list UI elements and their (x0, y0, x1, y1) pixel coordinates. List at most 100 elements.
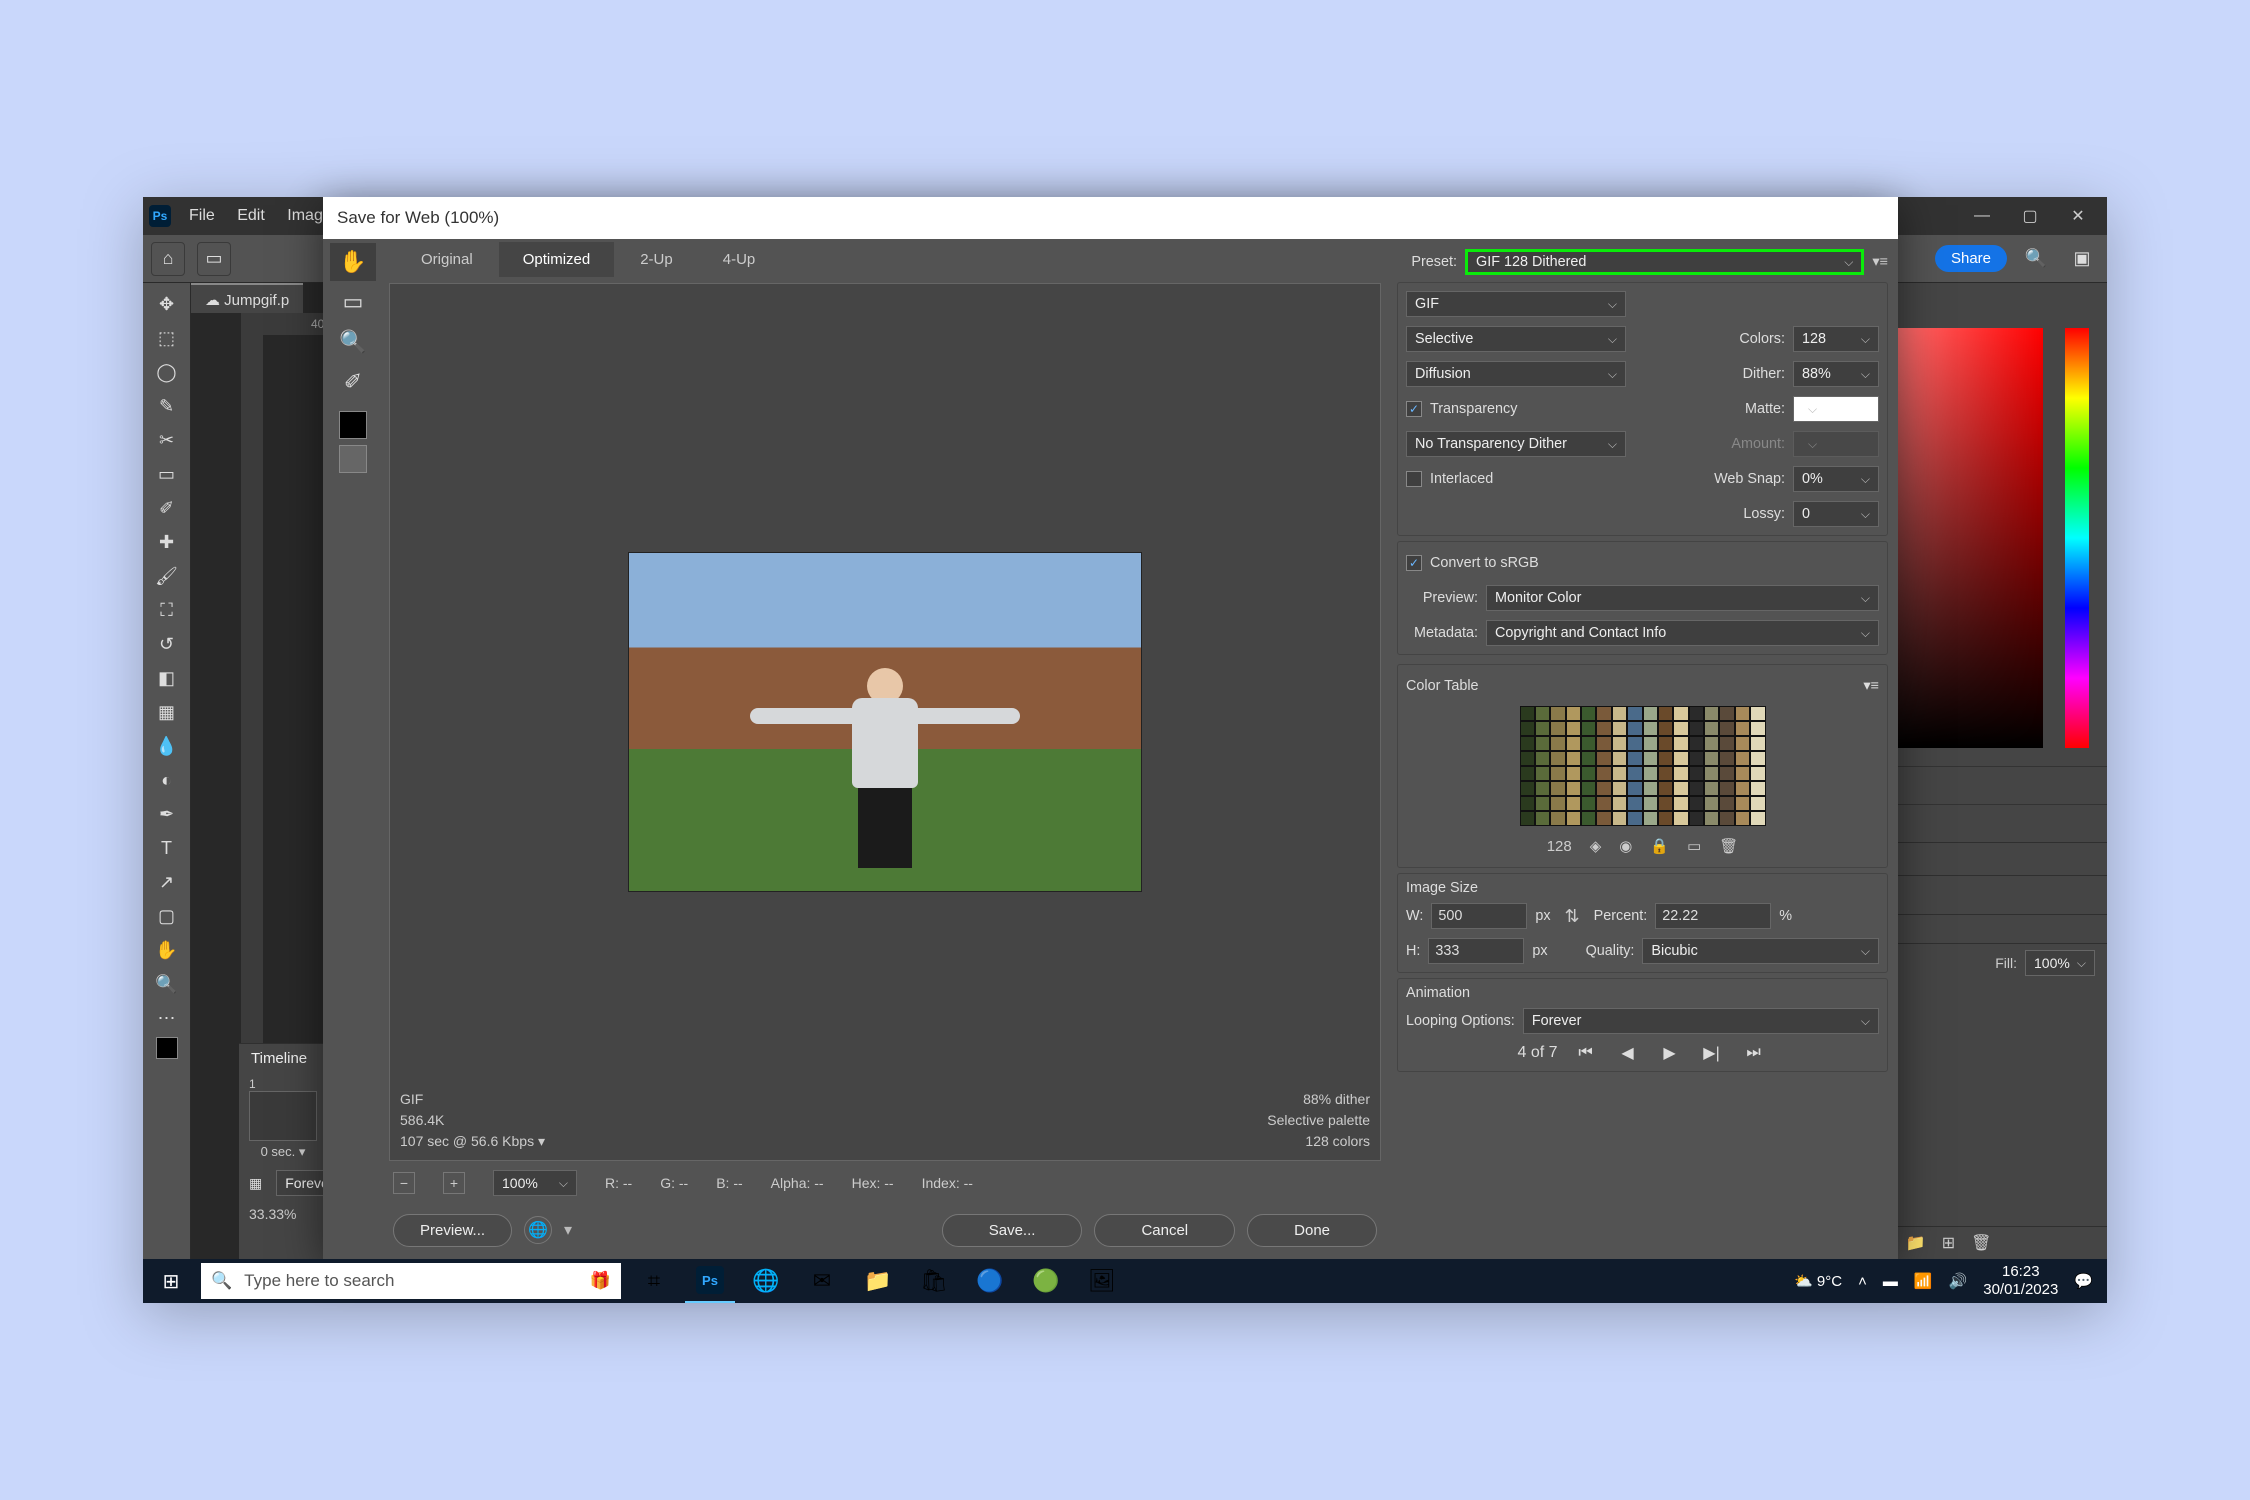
fg-color-swatch[interactable] (156, 1037, 178, 1059)
height-input[interactable]: 333 (1428, 938, 1524, 964)
trash-icon[interactable]: 🗑 (1971, 1233, 1991, 1253)
hand-tool-icon[interactable]: ✋ (149, 935, 185, 965)
ct-new-icon[interactable]: ▭ (1687, 837, 1701, 855)
gradient-tool-icon[interactable]: ▦ (149, 697, 185, 727)
tray-battery-icon[interactable]: ▬ (1883, 1273, 1898, 1290)
format-select[interactable]: GIF (1406, 291, 1626, 317)
menu-image[interactable]: Imag (287, 207, 323, 224)
menu-file[interactable]: File (189, 207, 215, 224)
image-preview[interactable]: GIF586.4K107 sec @ 56.6 Kbps ▾ 88% dithe… (389, 283, 1381, 1161)
color-table-grid[interactable] (1520, 706, 1766, 826)
new-layer-icon[interactable]: ⊞ (1942, 1233, 1955, 1253)
taskbar-edge-icon[interactable]: 🌐 (741, 1259, 791, 1303)
move-tool-icon[interactable]: ✥ (149, 289, 185, 319)
history-brush-icon[interactable]: ↺ (149, 629, 185, 659)
dialog-slice-visibility-icon[interactable] (339, 445, 367, 473)
ct-shift-icon[interactable]: ◉ (1619, 837, 1632, 855)
taskbar-photos-icon[interactable]: 🖼 (1077, 1259, 1127, 1303)
close-icon[interactable]: ✕ (2055, 200, 2101, 232)
type-tool-icon[interactable]: T (149, 833, 185, 863)
taskbar-explorer-icon[interactable]: 📁 (853, 1259, 903, 1303)
home-icon[interactable]: ⌂ (151, 242, 185, 276)
zoom-select[interactable]: 100% (493, 1170, 577, 1196)
srgb-checkbox[interactable] (1406, 555, 1422, 571)
quality-select[interactable]: Bicubic (1642, 938, 1879, 964)
ct-snap-icon[interactable]: ◈ (1590, 837, 1602, 855)
menu-bar[interactable]: File Edit Imag (189, 207, 341, 225)
matte-select[interactable] (1793, 396, 1879, 422)
new-group-icon[interactable]: 📁 (1906, 1233, 1926, 1253)
wand-tool-icon[interactable]: ✎ (149, 391, 185, 421)
ct-lock-icon[interactable]: 🔒 (1650, 837, 1669, 855)
timeline-frame[interactable]: 10 sec. ▾ (249, 1077, 317, 1160)
more-tools-icon[interactable]: ⋯ (149, 1003, 185, 1033)
taskbar-mail-icon[interactable]: ✉ (797, 1259, 847, 1303)
preset-select[interactable]: GIF 128 Dithered (1465, 249, 1864, 275)
dither-select[interactable]: 88% (1793, 361, 1879, 387)
link-dims-icon[interactable]: ⇅ (1565, 906, 1580, 927)
percent-input[interactable]: 22.22 (1655, 903, 1771, 929)
pen-tool-icon[interactable]: ✒ (149, 799, 185, 829)
path-tool-icon[interactable]: ↗ (149, 867, 185, 897)
tray-wifi-icon[interactable]: 📶 (1914, 1272, 1933, 1290)
shape-tool-icon[interactable]: ▢ (149, 901, 185, 931)
transparency-dither-select[interactable]: No Transparency Dither (1406, 431, 1626, 457)
save-button[interactable]: Save... (942, 1214, 1083, 1247)
task-view-icon[interactable]: ⌗ (629, 1259, 679, 1303)
done-button[interactable]: Done (1247, 1214, 1377, 1247)
eraser-tool-icon[interactable]: ◧ (149, 663, 185, 693)
metadata-select[interactable]: Copyright and Contact Info (1486, 620, 1879, 646)
colortable-menu-icon[interactable]: ▾≡ (1863, 678, 1879, 694)
browser-preview-icon[interactable]: 🌐 (524, 1216, 552, 1244)
dialog-color-swatch[interactable] (339, 411, 367, 439)
zoom-tool-icon[interactable]: 🔍 (149, 969, 185, 999)
taskbar-store-icon[interactable]: 🛍 (909, 1259, 959, 1303)
lossy-select[interactable]: 0 (1793, 501, 1879, 527)
tab-optimized[interactable]: Optimized (499, 242, 615, 277)
dialog-zoom-tool-icon[interactable]: 🔍 (330, 323, 376, 361)
tray-chevron-icon[interactable]: ˄ (1858, 1273, 1867, 1290)
zoom-out-icon[interactable]: − (393, 1172, 415, 1194)
dialog-slice-tool-icon[interactable]: ▭ (330, 283, 376, 321)
heal-tool-icon[interactable]: ✚ (149, 527, 185, 557)
transparency-checkbox[interactable] (1406, 401, 1422, 417)
zoom-in-icon[interactable]: + (443, 1172, 465, 1194)
taskbar-search[interactable]: 🔍 Type here to search🎁 (201, 1263, 621, 1299)
eyedropper-tool-icon[interactable]: ✐ (149, 493, 185, 523)
frame-tool-icon[interactable]: ▭ (149, 459, 185, 489)
tray-notifications-icon[interactable]: 💬 (2074, 1272, 2093, 1290)
last-frame-icon[interactable]: ⏭ (1740, 1041, 1768, 1065)
colors-select[interactable]: 128 (1793, 326, 1879, 352)
tab-original[interactable]: Original (397, 242, 497, 277)
taskbar-chrome-icon[interactable]: 🟢 (1021, 1259, 1071, 1303)
play-icon[interactable]: ▶ (1656, 1041, 1684, 1065)
timeline-convert-icon[interactable]: ▦ (249, 1175, 262, 1192)
websnap-select[interactable]: 0% (1793, 466, 1879, 492)
stamp-tool-icon[interactable]: ⛶ (149, 595, 185, 625)
browser-menu-icon[interactable]: ▾ (564, 1220, 572, 1240)
brush-tool-icon[interactable]: 🖌 (149, 561, 185, 591)
tray-clock[interactable]: 16:2330/01/2023 (1983, 1263, 2058, 1299)
dither-method-select[interactable]: Diffusion (1406, 361, 1626, 387)
minimize-icon[interactable]: — (1959, 200, 2005, 232)
dodge-tool-icon[interactable]: ◐ (149, 765, 185, 795)
fill-select[interactable]: 100% (2025, 950, 2095, 976)
taskbar-ps-icon[interactable]: Ps (685, 1259, 735, 1303)
layout-icon[interactable]: ▭ (197, 242, 231, 276)
ct-trash-icon[interactable]: 🗑 (1719, 837, 1738, 855)
preview-button[interactable]: Preview... (393, 1214, 512, 1247)
loop-select[interactable]: Forever (1523, 1008, 1879, 1034)
reduction-select[interactable]: Selective (1406, 326, 1626, 352)
workspace-icon[interactable]: ▣ (2065, 242, 2099, 276)
crop-tool-icon[interactable]: ✂ (149, 425, 185, 455)
cancel-button[interactable]: Cancel (1094, 1214, 1235, 1247)
first-frame-icon[interactable]: ⏮ (1572, 1041, 1600, 1065)
maximize-icon[interactable]: ▢ (2007, 200, 2053, 232)
dialog-hand-tool-icon[interactable]: ✋ (330, 243, 376, 281)
document-tab[interactable]: ☁ Jumpgif.p (191, 283, 303, 313)
prev-frame-icon[interactable]: ◀ (1614, 1041, 1642, 1065)
interlaced-checkbox[interactable] (1406, 471, 1422, 487)
lasso-tool-icon[interactable]: ◯ (149, 357, 185, 387)
marquee-tool-icon[interactable]: ⬚ (149, 323, 185, 353)
blur-tool-icon[interactable]: 💧 (149, 731, 185, 761)
